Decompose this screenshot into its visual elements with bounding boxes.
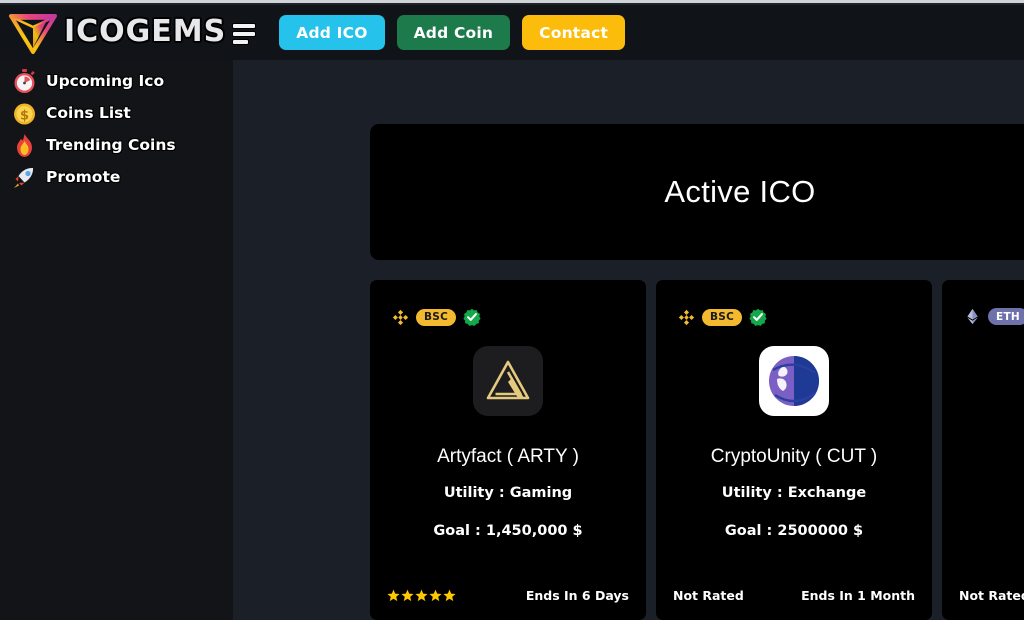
card-footer: Not Rated [959,588,1024,603]
ethereum-diamond-icon [964,308,981,325]
sidebar-nav: Upcoming Ico $ Coins List Trending Coins [0,60,233,620]
header-nav-buttons: Add ICO Add Coin Contact [279,15,626,50]
hamburger-menu-icon[interactable] [233,23,256,45]
ico-card[interactable]: BSC [656,280,932,620]
svg-text:$: $ [20,108,29,123]
add-ico-button[interactable]: Add ICO [279,15,385,50]
card-badges: BSC [392,308,481,326]
card-footer: Not Rated Ends In 1 Month [673,588,915,603]
binance-diamond-icon [678,309,695,326]
rating-stars [387,589,456,602]
card-ends-in: Ends In 1 Month [801,588,915,603]
card-goal: Goal : 2500000 $ [724,523,864,539]
globe-earth-logo [759,346,829,416]
chain-badge: BSC [416,308,457,326]
sidebar-item-label: Promote [46,168,121,186]
artyfact-triangle-logo [473,346,543,416]
sidebar-item-label: Trending Coins [46,136,176,154]
ico-card[interactable]: ETH SA Not Rated [942,280,1024,620]
ico-card[interactable]: BSC [370,280,646,620]
card-rating-text: Not Rated [673,588,744,603]
ico-cards-row: BSC Artyfact (ARTY) Utility: Gaming G… [370,280,1024,620]
sidebar-item-coins-list[interactable]: $ Coins List [0,97,233,129]
card-title: Artyfact ( ARTY ) [437,446,579,467]
card-rating-text: Not Rated [959,588,1024,603]
sidebar-item-upcoming-ico[interactable]: Upcoming Ico [0,65,233,97]
active-ico-banner: Active ICO [370,124,1024,260]
gem-diamond-icon [6,9,60,57]
card-title: CryptoUnity ( CUT ) [710,446,878,467]
binance-diamond-icon [392,309,409,326]
rocket-icon [11,164,38,191]
card-footer: Ends In 6 Days [387,588,629,603]
sidebar-item-trending-coins[interactable]: Trending Coins [0,129,233,161]
coin-icon: $ [11,100,38,127]
card-goal: Goal : 1,450,000 $ [433,523,583,539]
chain-badge: BSC [702,308,743,326]
card-title: SA [942,446,1024,468]
fire-icon [11,132,38,159]
brand-name: ICOGEMS [64,13,227,49]
verified-check-icon [749,308,767,326]
verified-check-icon [463,308,481,326]
sidebar-item-label: Upcoming Ico [46,72,165,90]
chain-badge: ETH [988,308,1024,325]
card-utility: Utility : Exchange [721,485,867,501]
sidebar-item-label: Coins List [46,104,131,122]
card-ends-in: Ends In 6 Days [525,588,629,603]
banner-title: Active ICO [664,174,816,209]
card-badges: ETH [964,308,1024,325]
sidebar-item-promote[interactable]: Promote [0,161,233,193]
stopwatch-icon [11,68,38,95]
card-utility: Utility : Gaming [443,485,573,501]
brand-logo[interactable]: ICOGEMS [6,9,256,57]
card-badges: BSC [678,308,767,326]
browser-viewport: ICOGEMS Add ICO Add Coin Contact Upcomin… [0,0,1024,620]
main-content: Active ICO BSC Artyfact (ARTY) Utility… [233,60,1024,620]
add-coin-button[interactable]: Add Coin [396,15,511,50]
contact-button[interactable]: Contact [522,15,626,50]
site-header: ICOGEMS Add ICO Add Coin Contact [0,5,1024,60]
